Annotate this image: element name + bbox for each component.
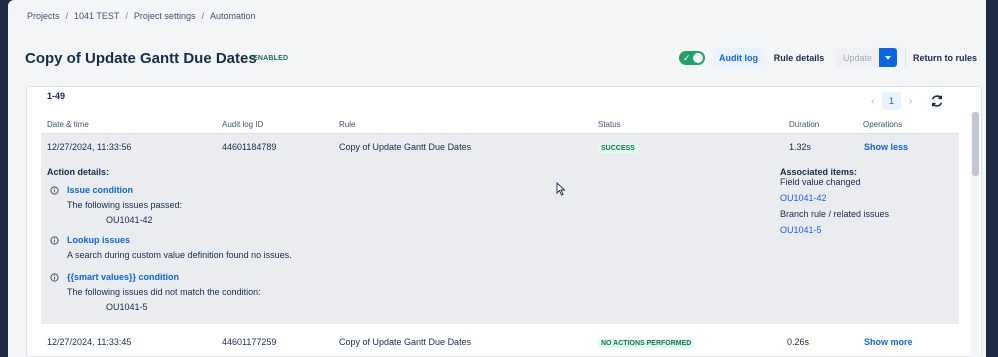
column-header-audit-id[interactable]: Audit log ID — [222, 120, 263, 129]
refresh-icon[interactable] — [930, 94, 944, 108]
row-rule: Copy of Update Gantt Due Dates — [339, 142, 472, 152]
breadcrumb: Projects / 1041 TEST / Project settings … — [27, 11, 256, 21]
audit-log-button[interactable]: Audit log — [713, 48, 764, 67]
mouse-cursor-icon — [556, 182, 566, 196]
column-header-duration[interactable]: Duration — [789, 120, 819, 129]
action-description: The following issues did not match the c… — [67, 287, 261, 297]
app-frame-left — [0, 0, 8, 357]
update-button[interactable]: Update — [836, 48, 879, 67]
breadcrumb-projects[interactable]: Projects — [27, 11, 60, 21]
breadcrumb-automation[interactable]: Automation — [210, 11, 256, 21]
status-badge: SUCCESS — [598, 144, 638, 153]
status-badge: ENABLED — [253, 55, 289, 62]
table-row-expanded: 12/27/2024, 11:33:56 44601184789 Copy of… — [41, 134, 959, 324]
action-issue: OU1041-42 — [106, 215, 153, 225]
associated-issue-link[interactable]: OU1041-42 — [780, 193, 827, 203]
result-range: 1-49 — [47, 91, 66, 101]
rule-details-button[interactable]: Rule details — [770, 48, 828, 67]
header-divider — [905, 48, 906, 68]
column-header-status[interactable]: Status — [598, 120, 621, 129]
action-details-title: Action details: — [47, 167, 110, 177]
update-dropdown-button[interactable] — [879, 48, 897, 67]
associated-item-label: Field value changed — [780, 177, 861, 187]
return-to-rules-button[interactable]: Return to rules — [912, 48, 978, 67]
status-badge: NO ACTIONS PERFORMED — [598, 339, 695, 348]
info-icon — [50, 273, 59, 282]
check-icon: ✓ — [683, 53, 691, 63]
info-icon — [50, 236, 59, 245]
column-header-date[interactable]: Date & time — [47, 120, 89, 129]
page: Projects / 1041 TEST / Project settings … — [8, 0, 986, 357]
toggle-knob — [693, 53, 703, 63]
info-icon — [50, 186, 59, 195]
action-description: A search during custom value definition … — [67, 250, 292, 260]
chevron-right-icon[interactable]: › — [909, 96, 912, 107]
action-name[interactable]: {{smart values}} condition — [67, 272, 179, 282]
pagination-page[interactable]: 1 — [882, 92, 901, 110]
show-less-link[interactable]: Show less — [864, 142, 908, 152]
associated-issue-link[interactable]: OU1041-5 — [780, 225, 822, 235]
page-title: Copy of Update Gantt Due Dates — [25, 50, 257, 67]
action-name[interactable]: Issue condition — [67, 185, 133, 195]
column-header-rule[interactable]: Rule — [339, 120, 355, 129]
associated-items-title: Associated items: — [780, 167, 858, 177]
row-duration: 1.32s — [789, 142, 812, 152]
breadcrumb-separator: / — [201, 11, 204, 21]
audit-log-card: 1-49 ‹ 1 › Date & time Audit log ID Rule… — [26, 86, 982, 357]
action-description: The following issues passed: — [67, 200, 183, 210]
breadcrumb-project-settings[interactable]: Project settings — [134, 11, 196, 21]
app-frame-right — [986, 0, 998, 357]
chevron-left-icon[interactable]: ‹ — [871, 96, 874, 107]
associated-item-label: Branch rule / related issues — [780, 209, 890, 219]
row-duration: 0.26s — [787, 337, 810, 347]
action-issue: OU1041-5 — [106, 302, 148, 312]
action-name[interactable]: Lookup issues — [67, 235, 130, 245]
breadcrumb-project[interactable]: 1041 TEST — [74, 11, 119, 21]
rule-enabled-toggle[interactable]: ✓ — [679, 51, 705, 65]
row-audit-id: 44601177259 — [222, 337, 277, 347]
column-header-operations: Operations — [863, 120, 903, 129]
show-more-link[interactable]: Show more — [864, 337, 913, 347]
row-audit-id: 44601184789 — [222, 142, 277, 152]
scrollbar-thumb[interactable] — [972, 112, 979, 176]
breadcrumb-separator: / — [65, 11, 69, 21]
row-date: 12/27/2024, 11:33:56 — [47, 142, 132, 152]
breadcrumb-separator: / — [125, 11, 128, 21]
row-rule: Copy of Update Gantt Due Dates — [339, 337, 472, 347]
row-date: 12/27/2024, 11:33:45 — [47, 337, 132, 347]
